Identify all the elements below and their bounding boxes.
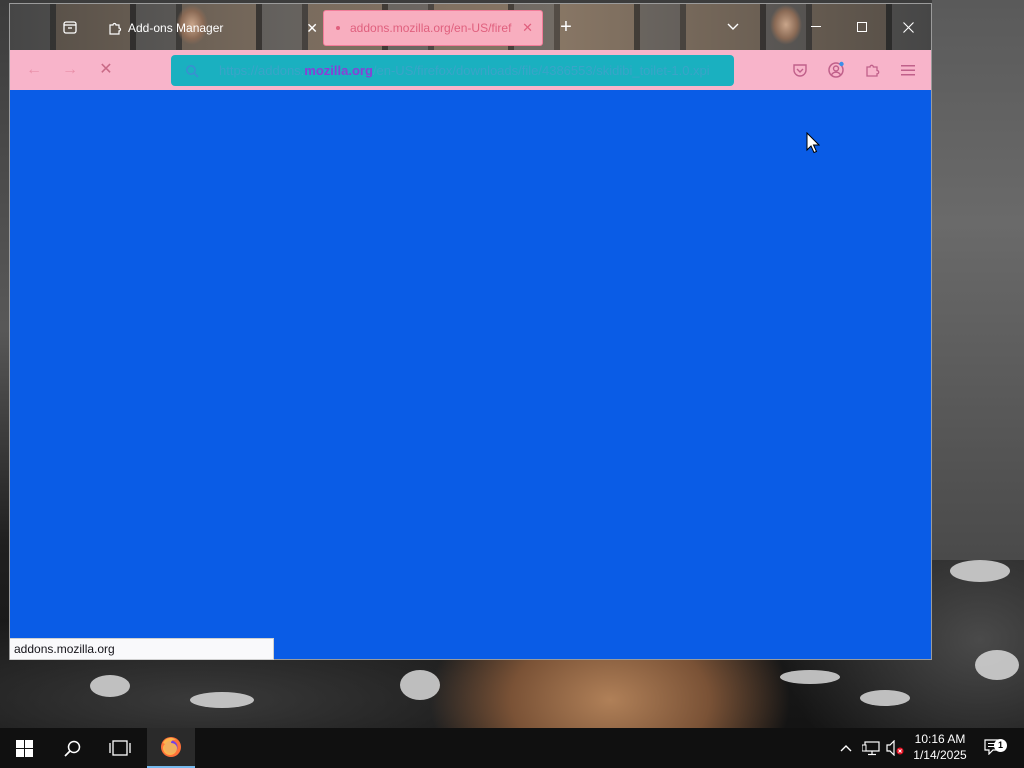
task-view-icon[interactable] xyxy=(96,728,144,768)
back-arrow-icon[interactable]: ← xyxy=(22,58,46,82)
wallpaper-speck xyxy=(975,650,1019,680)
close-icon[interactable]: ✕ xyxy=(522,20,533,36)
start-icon[interactable] xyxy=(0,728,48,768)
pocket-icon[interactable] xyxy=(788,58,812,82)
wallpaper-speck xyxy=(780,670,840,684)
firefox-view-icon[interactable] xyxy=(58,4,82,50)
new-tab-icon[interactable]: + xyxy=(555,4,577,50)
volume-muted-icon[interactable] xyxy=(884,728,906,768)
forward-arrow-icon[interactable]: → xyxy=(58,58,82,82)
status-bar: addons.mozilla.org xyxy=(10,638,274,660)
wallpaper-speck xyxy=(90,675,130,697)
minimize-icon[interactable] xyxy=(804,4,828,50)
url-text: https://addons.mozilla.org/en-US/firefox… xyxy=(219,63,710,78)
firefox-window: Add-ons Manager ✕ addons.mozilla.org/en-… xyxy=(9,3,932,660)
account-icon[interactable] xyxy=(824,58,848,82)
wallpaper-speck xyxy=(190,692,254,708)
stop-loading-icon[interactable]: ✕ xyxy=(94,58,118,82)
notification-count-badge: 1 xyxy=(994,739,1007,752)
search-icon xyxy=(185,64,199,78)
list-all-tabs-icon[interactable] xyxy=(722,4,744,50)
wallpaper-speck xyxy=(400,670,440,700)
tab-addons-download[interactable]: addons.mozilla.org/en-US/firef ✕ xyxy=(323,10,543,46)
wallpaper-face xyxy=(764,4,808,50)
system-clock[interactable]: 10:16 AM 1/14/2025 xyxy=(904,731,976,765)
tab-title: addons.mozilla.org/en-US/firef xyxy=(350,21,512,35)
taskbar: 10:16 AM 1/14/2025 1 xyxy=(0,728,1024,768)
url-prefix: https://addons. xyxy=(219,63,305,78)
wallpaper-speck xyxy=(860,690,910,706)
url-path: /en-US/firefox/downloads/file/4386553/sk… xyxy=(372,63,710,78)
loading-indicator-icon xyxy=(336,26,340,30)
clock-date: 1/14/2025 xyxy=(913,748,967,762)
url-bar[interactable]: https://addons.mozilla.org/en-US/firefox… xyxy=(171,55,734,86)
tab-title: Add-ons Manager xyxy=(128,21,224,35)
navigation-toolbar: ← → ✕ https://addons.mozilla.org/en-US/f… xyxy=(10,50,931,90)
firefox-icon[interactable] xyxy=(147,728,195,768)
page-content[interactable] xyxy=(10,90,931,659)
extensions-icon[interactable] xyxy=(860,58,884,82)
search-icon[interactable] xyxy=(48,728,96,768)
maximize-icon[interactable] xyxy=(850,4,874,50)
url-domain: mozilla.org xyxy=(304,63,373,78)
tab-strip: Add-ons Manager ✕ addons.mozilla.org/en-… xyxy=(10,4,931,50)
close-window-icon[interactable] xyxy=(896,4,920,50)
puzzle-icon xyxy=(108,21,122,35)
mouse-cursor-icon xyxy=(806,132,820,154)
close-icon[interactable]: ✕ xyxy=(306,20,318,37)
notifications-icon[interactable]: 1 xyxy=(980,728,1008,768)
wallpaper-speck xyxy=(950,560,1010,582)
wallpaper-wall xyxy=(932,0,1024,560)
clock-time: 10:16 AM xyxy=(914,732,966,746)
tab-addons-manager[interactable]: Add-ons Manager ✕ xyxy=(98,8,326,48)
chevron-up-icon[interactable] xyxy=(836,728,856,768)
menu-icon[interactable] xyxy=(896,58,920,82)
network-icon[interactable] xyxy=(860,728,882,768)
